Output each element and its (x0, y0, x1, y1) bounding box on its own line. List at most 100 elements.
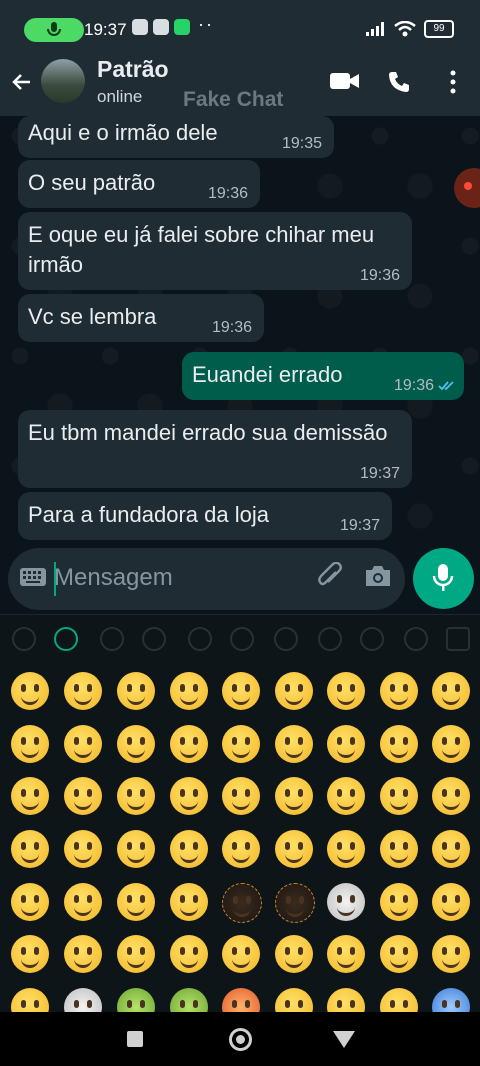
emoji-item[interactable] (117, 988, 155, 1012)
flags-icon[interactable] (360, 627, 384, 651)
emoji-item[interactable] (275, 725, 313, 763)
travel-icon[interactable] (230, 627, 254, 651)
emoji-item[interactable] (64, 672, 102, 710)
emoji-item[interactable] (380, 777, 418, 815)
emoji-item[interactable] (117, 830, 155, 868)
emoji-item[interactable] (64, 830, 102, 868)
message-bubble-incoming[interactable]: Vc se lembra 19:36 (18, 294, 264, 342)
message-list[interactable]: Aqui e o irmão dele 19:35 O seu patrão 1… (0, 116, 480, 548)
emoji-item[interactable] (222, 830, 260, 868)
emoji-item[interactable] (380, 935, 418, 973)
animals-icon[interactable] (100, 627, 124, 651)
emoji-item[interactable] (64, 883, 102, 921)
food-icon[interactable] (142, 627, 166, 651)
emoji-item[interactable] (327, 830, 365, 868)
emoji-item[interactable] (380, 988, 418, 1012)
voice-call-icon[interactable] (387, 70, 411, 94)
emoji-item[interactable] (222, 777, 260, 815)
emoji-item[interactable] (170, 777, 208, 815)
emoji-item[interactable] (327, 672, 365, 710)
message-bubble-incoming[interactable]: Aqui e o irmão dele 19:35 (18, 116, 334, 158)
emoji-item[interactable] (11, 988, 49, 1012)
emoji-item[interactable] (380, 830, 418, 868)
message-bubble-incoming[interactable]: Para a fundadora da loja 19:37 (18, 492, 392, 540)
more-options-icon[interactable] (450, 70, 456, 94)
emoji-item[interactable] (327, 935, 365, 973)
emoji-item[interactable] (170, 988, 208, 1012)
emoji-item[interactable] (64, 935, 102, 973)
emoji-item[interactable] (432, 830, 470, 868)
emoji-item[interactable] (222, 672, 260, 710)
smileys-icon[interactable] (54, 627, 78, 651)
emoji-item[interactable] (432, 672, 470, 710)
recent-icon[interactable] (12, 627, 36, 651)
emoji-item[interactable] (11, 725, 49, 763)
backspace-icon[interactable] (446, 627, 470, 651)
emoji-item[interactable] (170, 935, 208, 973)
emoji-item[interactable] (432, 725, 470, 763)
emoji-item[interactable] (117, 672, 155, 710)
emoji-item[interactable] (327, 988, 365, 1012)
emoji-item[interactable] (275, 935, 313, 973)
emoji-item[interactable] (275, 988, 313, 1012)
emoji-item[interactable] (275, 883, 315, 923)
emoji-item[interactable] (275, 777, 313, 815)
emoji-item[interactable] (170, 672, 208, 710)
emoji-item[interactable] (222, 988, 260, 1012)
emoji-item[interactable] (117, 883, 155, 921)
emoji-item[interactable] (432, 883, 470, 921)
emoji-item[interactable] (11, 672, 49, 710)
activities-icon[interactable] (188, 627, 212, 651)
emoji-item[interactable] (275, 672, 313, 710)
emoji-item[interactable] (64, 725, 102, 763)
recent-apps-icon[interactable] (127, 1031, 143, 1047)
emoji-item[interactable] (117, 725, 155, 763)
voice-message-button[interactable] (413, 548, 474, 609)
message-bubble-incoming[interactable]: O seu patrão 19:36 (18, 160, 260, 208)
emoji-item[interactable] (117, 777, 155, 815)
emoji-item[interactable] (327, 883, 365, 921)
contact-name[interactable]: Patrão (97, 56, 169, 83)
message-bubble-incoming[interactable]: E oque eu já falei sobre chihar meu irmã… (18, 212, 412, 290)
objects-icon[interactable] (274, 627, 298, 651)
avatar[interactable] (41, 59, 85, 103)
emoji-item[interactable] (380, 883, 418, 921)
home-icon[interactable] (229, 1028, 252, 1051)
emoji-item[interactable] (380, 725, 418, 763)
message-input[interactable]: Mensagem (54, 564, 173, 592)
emoji-item[interactable] (64, 988, 102, 1012)
emoji-item[interactable] (327, 777, 365, 815)
emoji-item[interactable] (170, 883, 208, 921)
emoji-item[interactable] (380, 672, 418, 710)
message-composer[interactable]: Mensagem (8, 548, 405, 610)
emoji-item[interactable] (222, 935, 260, 973)
emoji-item[interactable] (11, 777, 49, 815)
emoji-item[interactable] (170, 725, 208, 763)
nav-back-icon[interactable] (333, 1031, 355, 1048)
emoji-item[interactable] (117, 935, 155, 973)
emoji-grid[interactable] (0, 660, 480, 1012)
emoji-item[interactable] (222, 883, 262, 923)
system-icons: 99 (366, 20, 454, 38)
emoji-item[interactable] (170, 830, 208, 868)
keyboard-icon[interactable] (20, 568, 46, 586)
message-bubble-outgoing[interactable]: Euandei errado 19:36 (182, 352, 464, 400)
back-arrow-icon[interactable] (10, 70, 34, 94)
video-call-icon[interactable] (330, 70, 360, 92)
emoji-item[interactable] (11, 935, 49, 973)
attach-icon[interactable] (316, 562, 344, 592)
emoji-item[interactable] (432, 777, 470, 815)
emoji-item[interactable] (11, 883, 49, 921)
emoji-item[interactable] (11, 830, 49, 868)
emoji-item[interactable] (327, 725, 365, 763)
camera-icon[interactable] (364, 564, 392, 588)
message-bubble-incoming[interactable]: Eu tbm mandei errado sua demissão 19:37 (18, 410, 412, 488)
gif-icon[interactable] (404, 627, 428, 651)
emoji-item[interactable] (432, 935, 470, 973)
emoji-item[interactable] (432, 988, 470, 1012)
symbols-icon[interactable] (318, 627, 342, 651)
emoji-item[interactable] (275, 830, 313, 868)
emoji-item[interactable] (64, 777, 102, 815)
emoji-item[interactable] (222, 725, 260, 763)
mic-icon (432, 564, 454, 591)
